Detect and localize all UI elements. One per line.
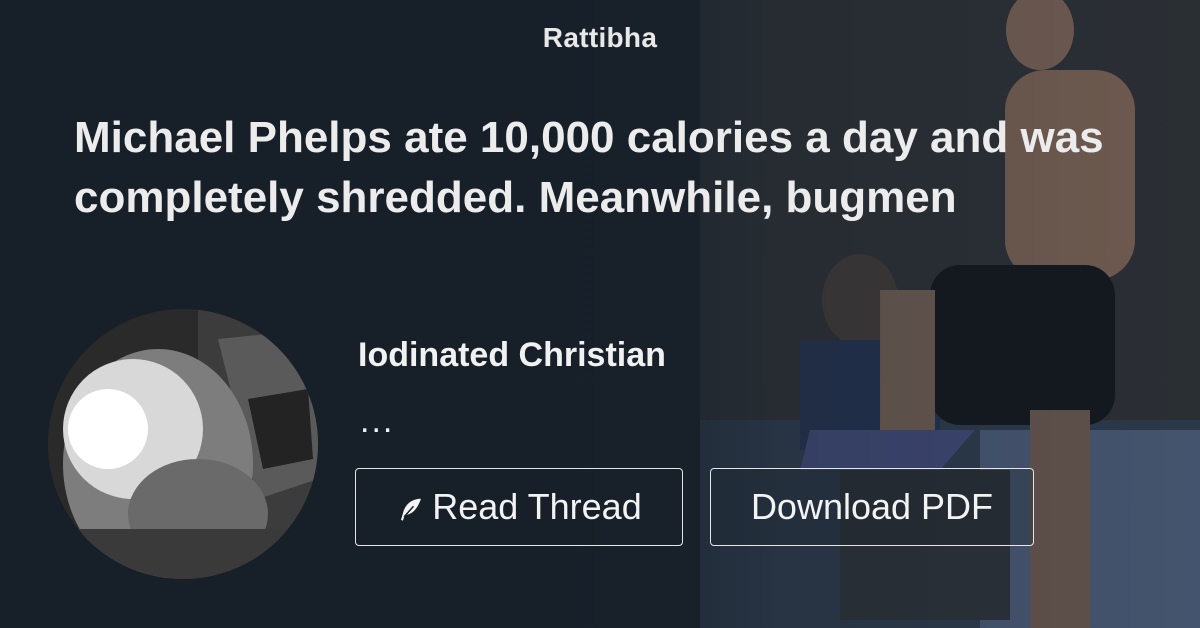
read-thread-label: Read Thread [432, 486, 642, 527]
avatar [48, 309, 318, 579]
thread-preview-card: Rattibha Michael Phelps ate 10,000 calor… [0, 0, 1200, 628]
download-pdf-button[interactable]: Download PDF [710, 468, 1034, 546]
author-name[interactable]: Iodinated Christian [358, 336, 666, 375]
thread-title: Michael Phelps ate 10,000 calories a day… [74, 113, 1104, 222]
author-handle-placeholder: ... [360, 402, 395, 440]
feather-icon [396, 495, 426, 525]
read-thread-button[interactable]: Read Thread [355, 468, 683, 546]
download-pdf-label: Download PDF [750, 486, 994, 527]
site-brand[interactable]: Rattibha [0, 22, 1200, 54]
